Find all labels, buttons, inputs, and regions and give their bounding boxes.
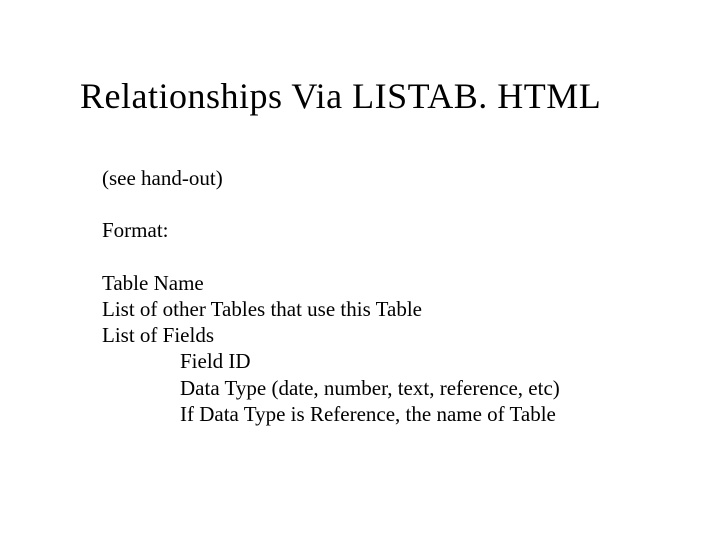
line-other-tables: List of other Tables that use this Table: [102, 296, 640, 322]
line-field-id: Field ID: [102, 348, 640, 374]
format-block: Table Name List of other Tables that use…: [102, 270, 640, 428]
note-line: (see hand-out): [102, 165, 640, 191]
slide-body: (see hand-out) Format: Table Name List o…: [80, 165, 640, 427]
line-data-type: Data Type (date, number, text, reference…: [102, 375, 640, 401]
slide-title: Relationships Via LISTAB. HTML: [80, 75, 640, 117]
line-reference: If Data Type is Reference, the name of T…: [102, 401, 640, 427]
line-list-fields: List of Fields: [102, 322, 640, 348]
line-table-name: Table Name: [102, 270, 640, 296]
format-label: Format:: [102, 217, 640, 243]
